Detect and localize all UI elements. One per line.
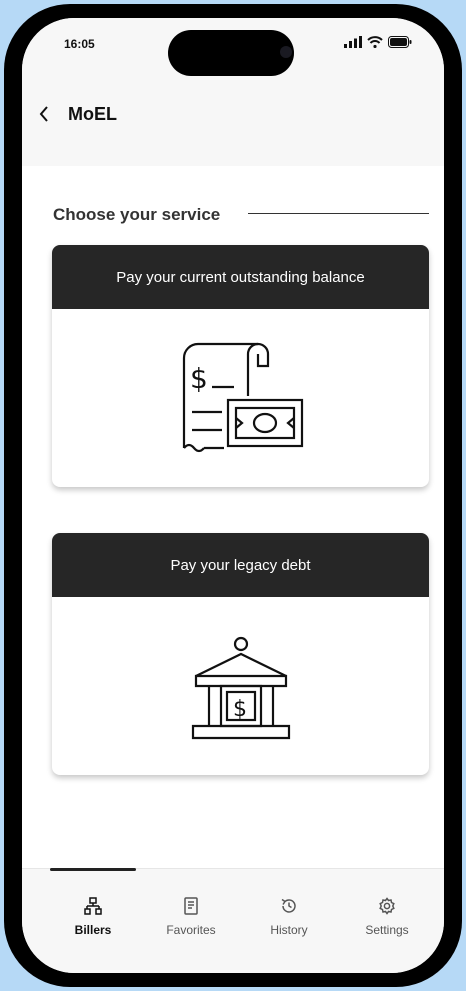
tab-active-indicator xyxy=(50,868,136,871)
svg-text:$: $ xyxy=(233,697,247,722)
tab-favorites[interactable]: Favorites xyxy=(151,897,231,937)
status-icons xyxy=(344,36,412,48)
settings-icon xyxy=(379,897,395,915)
tab-label: History xyxy=(270,923,308,937)
tab-label: Favorites xyxy=(166,923,216,937)
bill-payment-icon: $ xyxy=(182,342,303,453)
bank-dollar-icon: $ xyxy=(191,636,290,740)
history-icon xyxy=(281,898,296,913)
status-bar: 16:05 xyxy=(22,18,444,82)
signal-icon xyxy=(344,36,362,48)
section-divider xyxy=(248,213,429,214)
back-button[interactable] xyxy=(34,102,54,126)
service-card-title: Pay your legacy debt xyxy=(52,533,429,597)
section-title: Choose your service xyxy=(53,205,221,224)
battery-icon xyxy=(388,36,412,48)
camera-dot xyxy=(280,46,292,58)
service-card-body: $ xyxy=(52,309,429,487)
service-card-title: Pay your current outstanding balance xyxy=(52,245,429,309)
status-time: 16:05 xyxy=(64,37,95,51)
favorites-icon xyxy=(184,897,198,915)
billers-icon xyxy=(84,897,102,915)
tab-label: Settings xyxy=(365,923,409,937)
service-card-outstanding-balance[interactable]: Pay your current outstanding balance $ xyxy=(52,245,429,487)
tab-bar: Billers Favorites History Settings xyxy=(22,868,444,973)
wifi-icon xyxy=(367,36,383,48)
screen: 16:05 MoEL Choose your service Pay your … xyxy=(22,18,444,973)
tab-billers[interactable]: Billers xyxy=(53,897,133,937)
svg-text:$: $ xyxy=(190,362,208,395)
dynamic-island xyxy=(168,30,294,76)
tab-settings[interactable]: Settings xyxy=(347,897,427,937)
service-card-legacy-debt[interactable]: Pay your legacy debt $ xyxy=(52,533,429,775)
tab-history[interactable]: History xyxy=(249,897,329,937)
header: MoEL xyxy=(22,82,444,166)
tab-label: Billers xyxy=(74,923,112,937)
page-title: MoEL xyxy=(68,104,117,124)
chevron-left-icon xyxy=(39,106,48,122)
phone-frame: 16:05 MoEL Choose your service Pay your … xyxy=(4,4,462,987)
service-card-body: $ xyxy=(52,597,429,775)
